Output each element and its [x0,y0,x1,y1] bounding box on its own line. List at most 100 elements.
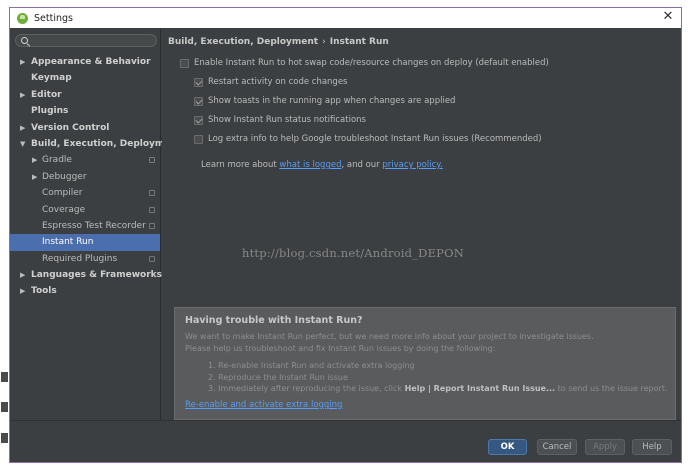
settings-sidebar: ▶ Appearance & Behavior Keymap ▶ Editor Plugi… [10,29,181,420]
sidebar-item[interactable]: ▼ Build, Execution, Deployment [10,136,181,152]
watermark: http://blog.csdn.net/Android_DEPON [242,246,465,260]
project-settings-icon [149,222,155,229]
expand-arrow-right-icon[interactable]: ▶ [32,169,40,185]
restart-activity-label: Restart activity on code changes [208,77,348,87]
trouble-step: 2. Reproduce the Instant Run issue [208,372,348,382]
expand-arrow-right-icon[interactable]: ▶ [20,267,28,283]
expand-arrow-right-icon[interactable]: ▶ [20,283,28,299]
window-title: Settings [34,12,73,24]
project-settings-icon [149,206,155,213]
close-button[interactable]: ✕ [661,10,675,24]
help-button[interactable]: Help [632,439,672,455]
sidebar-item[interactable]: ▶ Languages & Frameworks [10,267,163,283]
trouble-steps: 1. Re-enable Instant Run and activate ex… [208,360,668,395]
sidebar-item[interactable]: Keymap [10,70,160,86]
restart-activity-option[interactable]: Restart activity on code changes [194,76,348,88]
expand-arrow-right-icon[interactable]: ▶ [32,152,40,168]
trouble-step-text: to send us the issue report. [555,384,668,393]
learn-more-prefix: Learn more about [201,160,280,170]
sidebar-item-label: Build, Execution, Deployment [31,138,182,149]
breadcrumb-separator: › [322,37,326,47]
sidebar-item[interactable]: ▶ Tools [10,283,160,299]
show-toasts-option[interactable]: Show toasts in the running app when chan… [194,95,455,107]
edge-mark [1,372,8,382]
sidebar-item-label: Coverage [42,204,86,215]
sidebar-item[interactable]: ▶ Debugger [10,169,160,185]
sidebar-item-label: Keymap [31,73,72,84]
sidebar-item-label: Gradle [42,155,72,166]
sidebar-item[interactable]: ▶ Gradle [10,152,160,168]
extra-logging-label: Log extra info to help Google troublesho… [208,134,542,144]
what-is-logged-link[interactable]: what is logged [279,160,341,170]
dialog-button-bar: OK Cancel Apply Help [10,420,681,462]
sidebar-item[interactable]: Compiler [10,185,160,201]
edge-mark [1,433,8,443]
search-input[interactable] [32,35,152,46]
breadcrumb-parent[interactable]: Build, Execution, Deployment [168,37,318,47]
project-settings-icon [149,190,155,197]
expand-arrow-right-icon[interactable]: ▶ [20,120,28,136]
sidebar-item-label: Required Plugins [42,253,118,264]
trouble-description-line: We want to make Instant Run perfect, but… [185,332,594,341]
search-box[interactable] [15,34,157,47]
sidebar-item[interactable]: ▶ Editor [10,87,160,103]
learn-more-middle: , and our [341,160,383,170]
instant-run-panel: Build, Execution, Deployment › Instant Run… [162,29,681,420]
show-toasts-label: Show toasts in the running app when chan… [208,96,456,106]
restart-activity-checkbox[interactable] [194,77,203,87]
cancel-button[interactable]: Cancel [537,439,577,455]
settings-tree: ▶ Appearance & Behavior Keymap ▶ Editor Plugi… [10,54,181,300]
settings-window: Settings ✕ ▶ Appearance & Behavior Keymap ▶… [9,7,682,463]
sidebar-item[interactable]: ▶ Version Control [10,120,160,136]
sidebar-item[interactable]: Espresso Test Recorder [10,218,160,234]
sidebar-item-label: Compiler [42,188,83,199]
sidebar-item[interactable]: Plugins [10,103,160,119]
sidebar-item-label: Debugger [42,171,87,182]
breadcrumb-current: Instant Run [329,37,389,47]
sidebar-item-label: Plugins [31,106,69,117]
sidebar-item-label: Editor [31,89,62,100]
extra-logging-option[interactable]: Log extra info to help Google troublesho… [194,133,542,145]
trouble-panel: Having trouble with Instant Run? We want… [174,307,676,420]
status-notifications-checkbox[interactable] [194,115,203,125]
expand-arrow-right-icon[interactable]: ▶ [20,87,28,103]
title-bar: Settings ✕ [10,8,681,28]
enable-instant-run-label: Enable Instant Run to hot swap code/reso… [194,58,549,68]
trouble-step-text: 3. Immediately after reproducing the iss… [208,384,405,393]
expand-arrow-down-icon[interactable]: ▼ [20,136,28,152]
trouble-heading: Having trouble with Instant Run? [185,315,363,326]
sidebar-item[interactable]: Required Plugins [10,251,160,267]
left-edge-strip [0,0,9,471]
enable-instant-run-option[interactable]: Enable Instant Run to hot swap code/reso… [180,57,549,69]
trouble-step: 3. Immediately after reproducing the iss… [208,383,668,395]
status-notifications-option[interactable]: Show Instant Run status notifications [194,114,366,126]
enable-instant-run-checkbox[interactable] [180,58,189,68]
sidebar-item-label: Tools [31,286,57,297]
show-toasts-checkbox[interactable] [194,96,203,106]
apply-button[interactable]: Apply [585,439,625,455]
android-studio-icon [17,12,28,24]
sidebar-item-label: Appearance & Behavior [31,57,151,67]
status-notifications-label: Show Instant Run status notifications [208,115,366,125]
ok-button[interactable]: OK [488,439,527,455]
trouble-description-line: Please help us troubleshoot and fix Inst… [185,343,496,353]
sidebar-item[interactable]: Coverage [10,202,160,218]
project-settings-icon [149,255,155,262]
breadcrumb: Build, Execution, Deployment › Instant Run [168,37,389,47]
sidebar-item-label: Version Control [31,122,110,133]
trouble-description: We want to make Instant Run perfect, but… [185,331,665,354]
report-issue-menu-path: Help | Report Instant Run Issue... [404,384,556,393]
sidebar-item-label: Languages & Frameworks [31,270,163,281]
sidebar-item[interactable]: Instant Run [10,234,160,251]
learn-more-text: Learn more about what is logged, and our… [201,160,443,170]
privacy-policy-link[interactable]: privacy policy. [382,160,442,170]
search-icon [21,37,28,44]
expand-arrow-right-icon[interactable]: ▶ [20,54,28,70]
sidebar-item[interactable]: ▶ Appearance & Behavior [10,54,160,70]
trouble-step: 1. Re-enable Instant Run and activate ex… [208,361,415,370]
edge-mark [1,402,8,412]
extra-logging-checkbox[interactable] [194,134,203,144]
project-settings-icon [149,157,155,164]
sidebar-item-label: Instant Run [42,237,94,248]
reenable-logging-link[interactable]: Re-enable and activate extra logging [185,400,342,410]
